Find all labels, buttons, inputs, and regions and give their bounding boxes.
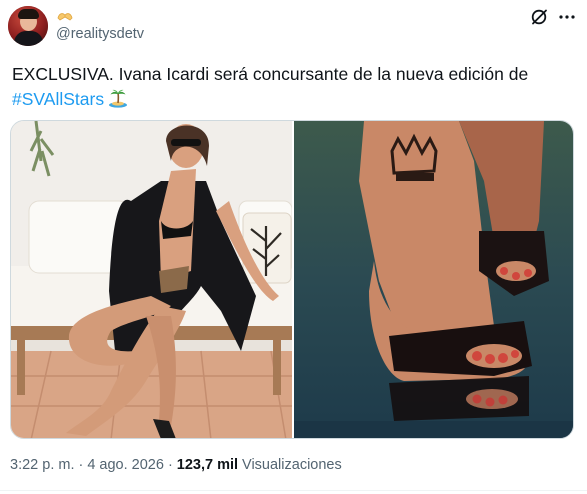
tweet-time[interactable]: 3:22 p. m. [10,457,74,473]
bottom-divider [0,490,587,491]
grok-button[interactable] [528,6,550,28]
media-grid [10,120,574,439]
tweet-text: EXCLUSIVA. Ivana Icardi será concursante… [12,62,577,112]
avatar[interactable] [8,6,48,46]
photo-woman-on-bench-image [11,121,292,438]
meta-separator: · [78,457,84,473]
photo-foot-tattoo-sandal[interactable] [294,121,573,438]
author-handle[interactable]: @realitysdetv [56,26,144,42]
views-count: 123,7 mil [176,457,239,473]
grok-slash-icon [531,9,547,25]
desert-island-emoji-icon [109,89,128,108]
more-dots-icon [559,15,575,19]
hashtag-link[interactable]: #SVAllStars [12,89,104,109]
tweet-date[interactable]: 4 ago. 2026 [87,457,164,473]
tweet-meta: 3:22 p. m. · 4 ago. 2026 · 123,7 mil Vis… [10,457,342,473]
tweet-body: EXCLUSIVA. Ivana Icardi será concursante… [12,64,529,84]
folded-hands-emoji-icon [57,13,73,21]
views-label[interactable]: Visualizaciones [242,457,342,473]
tweet-header: @realitysdetv [0,0,587,56]
display-name-row[interactable] [56,8,74,22]
photo-foot-tattoo-sandal-image [294,121,573,438]
more-options-button[interactable] [556,6,578,28]
avatar-body-shape [14,31,43,46]
meta-separator: · [167,457,173,473]
photo-woman-on-bench[interactable] [11,121,292,438]
avatar-hair-shape [18,9,39,19]
